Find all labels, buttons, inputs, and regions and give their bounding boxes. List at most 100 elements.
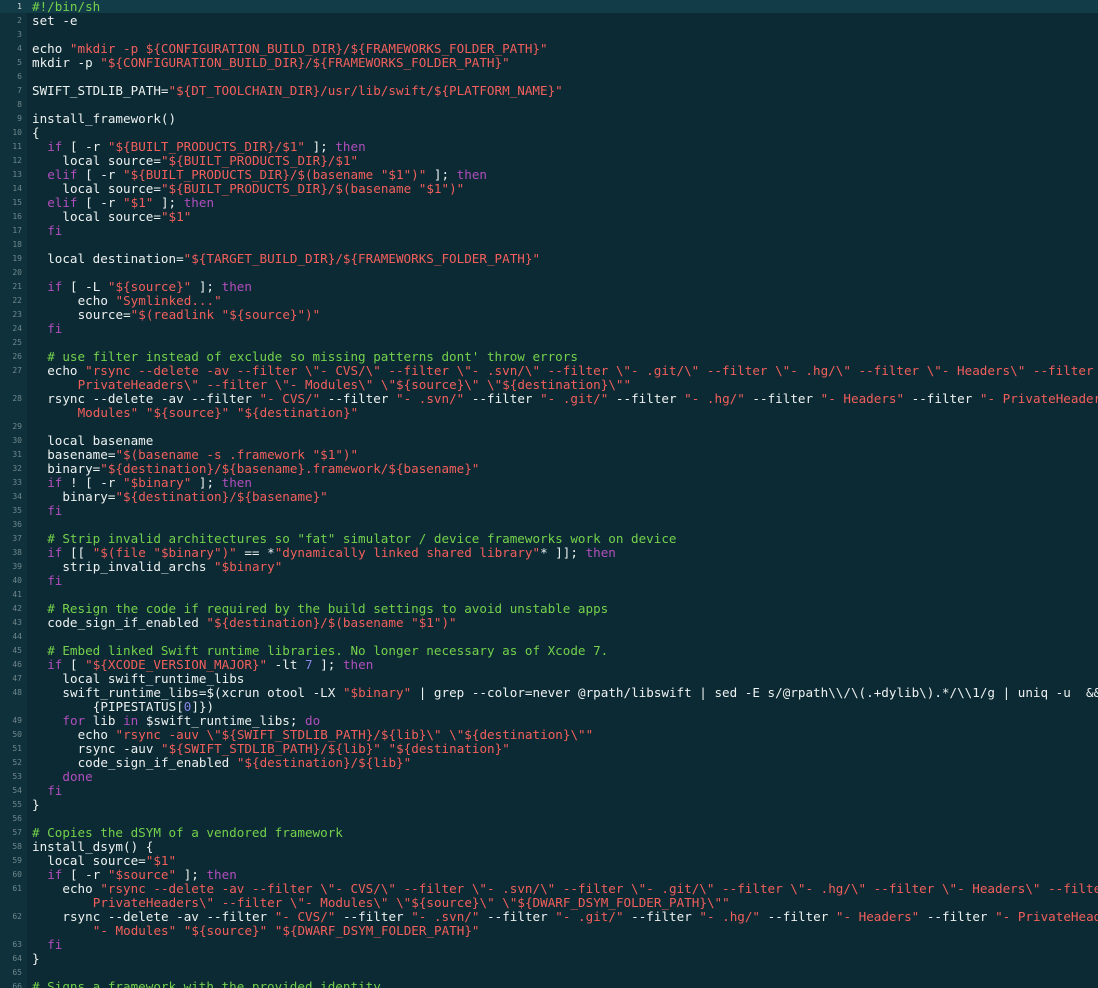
code-line[interactable]: if [ -r "$source" ]; then	[47, 868, 237, 882]
code-line[interactable]: local source="${BUILT_PRODUCTS_DIR}/$1"	[62, 154, 358, 168]
code-line[interactable]: if [ "${XCODE_VERSION_MAJOR}" -lt 7 ]; t…	[47, 658, 373, 672]
code-token: SWIFT_STDLIB_PATH=	[32, 83, 169, 98]
code-line[interactable]: echo "mkdir -p ${CONFIGURATION_BUILD_DIR…	[32, 42, 548, 56]
code-token: # Strip invalid architectures so "fat" s…	[47, 531, 677, 546]
code-token: ];	[176, 867, 207, 882]
code-line[interactable]: done	[62, 770, 92, 784]
code-line[interactable]: rsync -auv "${SWIFT_STDLIB_PATH}/${lib}"…	[78, 742, 510, 756]
code-line[interactable]: install_framework()	[32, 112, 176, 126]
code-token: -lt	[267, 657, 306, 672]
code-line[interactable]: if [[ "$(file "$binary")" == *"dynamical…	[47, 546, 616, 560]
code-line[interactable]: local basename	[47, 434, 153, 448]
code-line[interactable]: # Copies the dSYM of a vendored framewor…	[32, 826, 343, 840]
code-token: "- CVS/"	[274, 909, 336, 924]
code-line[interactable]: local source="$1"	[47, 854, 176, 868]
code-token: | grep --color=never @rpath/libswift | s…	[411, 685, 1098, 700]
code-line[interactable]: echo "rsync --delete -av --filter \"- CV…	[62, 882, 1098, 896]
code-line[interactable]: elif [ -r "${BUILT_PRODUCTS_DIR}/$(basen…	[47, 168, 487, 182]
code-line[interactable]: local destination="${TARGET_BUILD_DIR}/$…	[47, 252, 540, 266]
code-line[interactable]: if [ -r "${BUILT_PRODUCTS_DIR}/$1" ]; th…	[47, 140, 366, 154]
code-token: "${BUILT_PRODUCTS_DIR}/$1"	[107, 139, 305, 154]
code-line[interactable]: for lib in $swift_runtime_libs; do	[62, 714, 320, 728]
code-token: "${BUILT_PRODUCTS_DIR}/$1"	[160, 153, 359, 168]
code-line[interactable]: local source="$1"	[62, 210, 191, 224]
code-line[interactable]: source="$(readlink "${source}")"	[78, 308, 321, 322]
code-line[interactable]: binary="${destination}/${basename}.frame…	[47, 462, 479, 476]
code-token: [ -r	[77, 167, 124, 182]
code-token: ];	[312, 657, 343, 672]
code-line[interactable]: fi	[47, 938, 62, 952]
code-token: == *	[236, 545, 275, 560]
code-line[interactable]: }	[32, 798, 40, 812]
code-line[interactable]: swift_runtime_libs=$(xcrun otool -LX "$b…	[62, 686, 1098, 700]
line-number: 15	[12, 198, 22, 207]
code-line[interactable]: PrivateHeaders\" --filter \"- Modules\" …	[78, 378, 632, 392]
code-line[interactable]: install_dsym() {	[32, 840, 153, 854]
code-line[interactable]: fi	[47, 784, 62, 798]
code-line[interactable]: # Signs a framework with the provided id…	[32, 980, 381, 988]
code-token: [ -r	[77, 195, 124, 210]
code-token: if	[47, 279, 63, 294]
code-token: "- .svn/"	[411, 909, 480, 924]
code-line[interactable]: # Embed linked Swift runtime libraries. …	[47, 644, 608, 658]
code-line[interactable]: {PIPESTATUS[0]})	[93, 700, 214, 714]
code-line[interactable]: "- Modules" "${source}" "${DWARF_DSYM_FO…	[93, 924, 480, 938]
code-line[interactable]: fi	[47, 574, 62, 588]
line-number: 61	[12, 884, 22, 893]
code-line[interactable]: binary="${destination}/${basename}"	[62, 490, 327, 504]
code-line[interactable]: fi	[47, 504, 62, 518]
code-token: "$1"	[160, 209, 192, 224]
code-token: "${destination}/${basename}.framework/${…	[100, 461, 480, 476]
code-token: # Embed linked Swift runtime libraries. …	[47, 643, 609, 658]
code-line[interactable]: Modules" "${source}" "${destination}"	[78, 406, 359, 420]
code-line[interactable]: basename="$(basename -s .framework "$1")…	[47, 448, 358, 462]
code-line[interactable]: PrivateHeaders\" --filter \"- Modules\" …	[93, 896, 730, 910]
code-token: }	[32, 797, 40, 812]
code-line[interactable]: code_sign_if_enabled "${destination}/${l…	[78, 756, 412, 770]
code-line[interactable]: echo "rsync --delete -av --filter \"- CV…	[47, 364, 1098, 378]
code-line[interactable]: rsync --delete -av --filter "- CVS/" --f…	[47, 392, 1098, 406]
code-token: --filter	[919, 909, 996, 924]
code-token: 7	[305, 657, 313, 672]
code-line[interactable]: code_sign_if_enabled "${destination}/$(b…	[47, 616, 456, 630]
code-line[interactable]: mkdir -p "${CONFIGURATION_BUILD_DIR}/${F…	[32, 56, 510, 70]
line-number: 3	[17, 30, 22, 39]
code-token: local source=	[62, 153, 161, 168]
code-token: "- .hg/"	[684, 391, 745, 406]
code-line[interactable]: local swift_runtime_libs	[62, 672, 244, 686]
code-token: ];	[191, 475, 222, 490]
code-line[interactable]: if ! [ -r "$binary" ]; then	[47, 476, 252, 490]
line-number: 7	[17, 86, 22, 95]
code-token: "${DT_TOOLCHAIN_DIR}/usr/lib/swift/${PLA…	[168, 83, 563, 98]
code-line[interactable]: set -e	[32, 14, 78, 28]
line-number: 16	[12, 212, 22, 221]
code-line[interactable]: # Strip invalid architectures so "fat" s…	[47, 532, 676, 546]
code-line[interactable]: rsync --delete -av --filter "- CVS/" --f…	[62, 910, 1098, 924]
code-line[interactable]: }	[32, 952, 40, 966]
code-line[interactable]: {	[32, 126, 40, 140]
code-line[interactable]: local source="${BUILT_PRODUCTS_DIR}/$(ba…	[62, 182, 464, 196]
code-token: [ -r	[62, 867, 108, 882]
code-line[interactable]: fi	[47, 224, 62, 238]
code-line[interactable]: elif [ -r "$1" ]; then	[47, 196, 214, 210]
code-line[interactable]: if [ -L "${source}" ]; then	[47, 280, 252, 294]
code-line[interactable]: # Resign the code if required by the bui…	[47, 602, 608, 616]
line-number: 59	[12, 856, 22, 865]
code-line[interactable]: echo "rsync -auv \"${SWIFT_STDLIB_PATH}/…	[78, 728, 594, 742]
code-editor[interactable]: 1 #!/bin/sh 2 set -e 3 4 echo "mkdir -p ${CONF…	[0, 0, 1098, 988]
code-token: if	[47, 867, 63, 882]
line-number: 5	[17, 58, 22, 67]
line-number: 43	[12, 618, 22, 627]
code-line[interactable]: # use filter instead of exclude so missi…	[47, 350, 578, 364]
code-line[interactable]: fi	[47, 322, 62, 336]
code-token: if	[47, 657, 63, 672]
line-number: 34	[12, 492, 22, 501]
code-line[interactable]: strip_invalid_archs "$binary"	[62, 560, 282, 574]
code-token: }	[32, 951, 40, 966]
code-line[interactable]: echo "Symlinked..."	[78, 294, 222, 308]
code-token: "${destination}"	[388, 741, 510, 756]
code-line[interactable]: #!/bin/sh	[32, 0, 100, 14]
code-line[interactable]: SWIFT_STDLIB_PATH="${DT_TOOLCHAIN_DIR}/u…	[32, 84, 563, 98]
current-line-highlight	[0, 0, 1098, 13]
